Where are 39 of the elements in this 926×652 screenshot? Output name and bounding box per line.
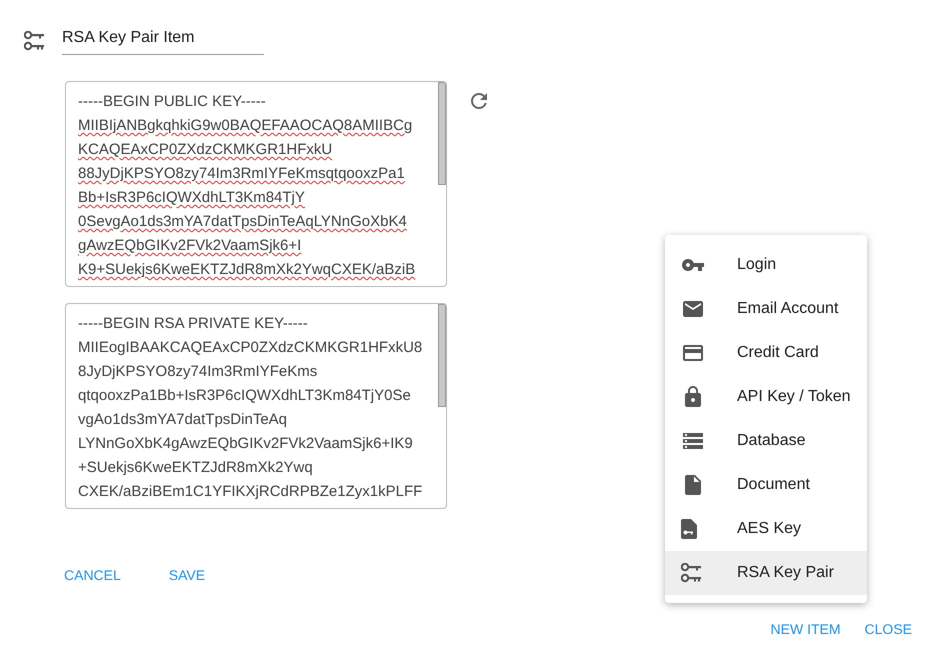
key-text-line: 88JyDjKPSYO8zy74Im3RmIYFeKmsqtqooxzPa1 (78, 164, 405, 184)
menu-item[interactable]: AES Key (665, 507, 867, 551)
private-key-field[interactable] (65, 303, 447, 509)
key-text-line: Bb+IsR3P6cIQWXdhLT3Km84TjY (78, 188, 305, 208)
menu-item-label: RSA Key Pair (737, 563, 834, 583)
key-text-line: 8JyDjKPSYO8zy74Im3RmIYFeKms (78, 362, 318, 382)
key-pair-icon (681, 563, 703, 583)
menu-item-label: AES Key (737, 519, 802, 539)
menu-item-label: Login (737, 255, 776, 275)
scrollbar-thumb[interactable] (438, 304, 446, 407)
key-text-line: +SUekjs6KweEKTZJdR8mXk2Ywq (78, 458, 313, 478)
menu-item-label: Database (737, 431, 806, 451)
key-text-line: MIIBIjANBgkqhkiG9w0BAQEFAAOCAQ8AMIIBCg (78, 116, 412, 136)
menu-item[interactable]: Document (665, 463, 867, 507)
key-text-line: vgAo1ds3mYA7datTpsDinTeAq (78, 410, 288, 430)
scrollbar-thumb[interactable] (438, 82, 446, 185)
key-text-line: MIIEogIBAAKCAQEAxCP0ZXdzCKMKGR1HFxkU8 (78, 338, 422, 358)
key-text-line: qtqooxzPa1Bb+IsR3P6cIQWXdhLT3Km84TjY0Se (78, 386, 411, 406)
menu-item-label: Document (737, 475, 810, 495)
key-text-line: -----BEGIN PUBLIC KEY----- (78, 92, 266, 112)
key-text-line: K9+SUekjs6KweEKTZJdR8mXk2YwqCXEK/aBziB (78, 260, 416, 280)
menu-item-label: API Key / Token (737, 387, 851, 407)
menu-item[interactable]: Email Account (665, 287, 867, 331)
menu-item[interactable]: Login (665, 243, 867, 287)
key-text-line: gAwzEQbGIKv2FVk2VaamSjk6+I (78, 236, 302, 256)
key-text-line: 0SevgAo1ds3mYA7datTpsDinTeAqLYNnGoXbK4 (78, 212, 407, 232)
menu-item-label: Credit Card (737, 343, 819, 363)
menu-item[interactable]: API Key / Token (665, 375, 867, 419)
menu-item-label: Email Account (737, 299, 838, 319)
menu-item[interactable]: Credit Card (665, 331, 867, 375)
key-pair-icon (24, 30, 46, 50)
key-text-line: KCAQEAxCP0ZXdzCKMKGR1HFxkU (78, 140, 332, 160)
key-text-line: -----BEGIN RSA PRIVATE KEY----- (78, 314, 308, 334)
menu-item[interactable]: Database (665, 419, 867, 463)
key-text-line: LYNnGoXbK4gAwzEQbGIKv2FVk2VaamSjk6+IK9 (78, 434, 413, 454)
menu-item[interactable]: RSA Key Pair (665, 551, 867, 595)
file-key-icon (681, 519, 697, 539)
key-text-line: CXEK/aBziBEm1C1YFIKXjRCdRPBZe1Zyx1kPLFF (78, 482, 422, 502)
public-key-field[interactable] (65, 81, 447, 287)
